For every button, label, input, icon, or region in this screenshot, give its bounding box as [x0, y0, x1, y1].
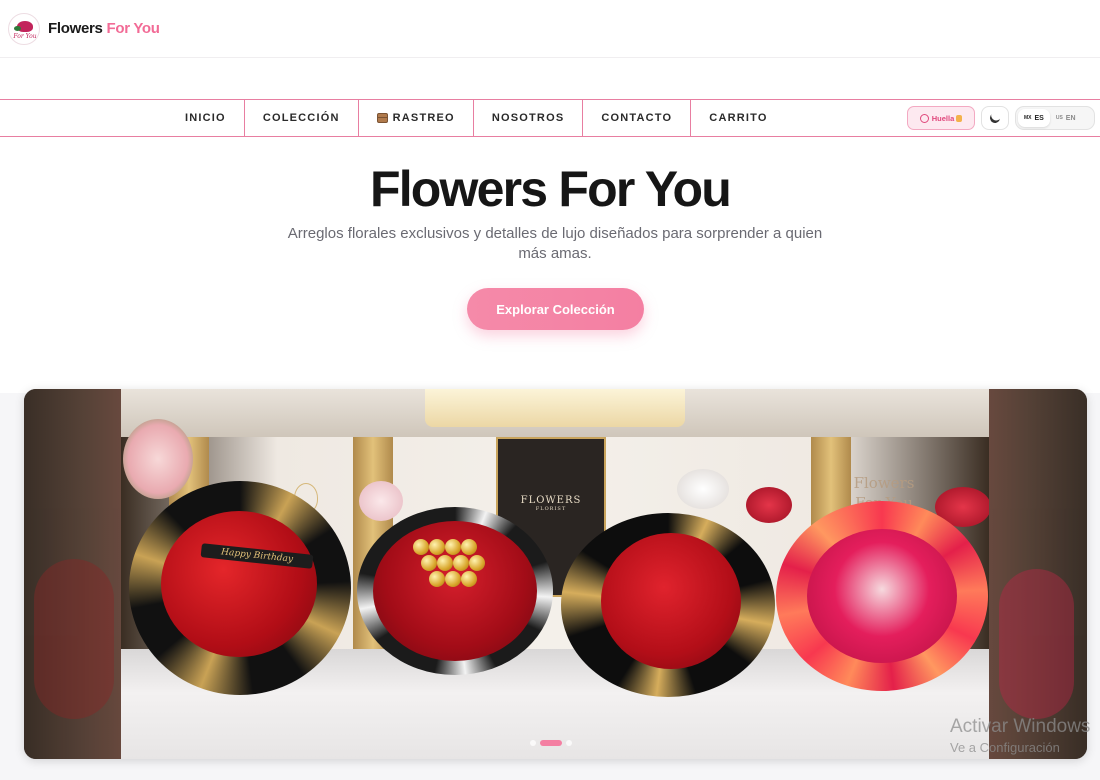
leaf-icon [14, 25, 21, 31]
site-header: For You Flowers For You [0, 0, 1100, 58]
watermark-line1: Activar Windows [950, 716, 1091, 737]
carousel-slide: LUXURY FLORIST FLOWERS ROOM FLOWERS FLOR… [121, 389, 989, 759]
flag-mx: MX [1024, 115, 1032, 121]
nav-items: INICIO COLECCIÓN RASTREO NOSOTROS CONTAC… [167, 100, 786, 136]
prev-slide-preview[interactable] [24, 389, 121, 759]
fingerprint-icon [919, 113, 929, 123]
ceiling-light [425, 389, 685, 427]
flower-vase-left [123, 419, 193, 499]
carousel-dot-1[interactable] [530, 740, 536, 746]
flower-vase [359, 481, 403, 521]
logo-text: For You [13, 32, 37, 40]
nav-item-nosotros[interactable]: NOSOTROS [474, 100, 584, 136]
nav-item-carrito[interactable]: CARRITO [691, 100, 785, 136]
huella-label: Huella [931, 113, 955, 123]
box-icon [376, 113, 388, 123]
nav-item-label: INICIO [185, 112, 226, 124]
sign-center-line2: FLORIST [535, 506, 567, 512]
gold-chocolate [445, 539, 461, 555]
nav-item-inicio[interactable]: INICIO [167, 100, 245, 136]
nav-item-label: NOSOTROS [491, 112, 565, 124]
hero-section: Flowers For You Arreglos florales exclus… [0, 138, 1100, 393]
gold-chocolate [469, 555, 485, 571]
watermark-line2: Ve a Configuración [950, 740, 1060, 755]
pointer-hand-icon [956, 114, 963, 122]
hero-subtitle: Arreglos florales exclusivos y detalles … [287, 225, 823, 262]
red-roses-crown-bouquet [601, 533, 741, 669]
moon-icon [989, 112, 1002, 125]
windows-activation-watermark: Activar Windows Ve a Configuración [950, 716, 1100, 755]
red-roses-bouquet [161, 511, 317, 657]
gold-chocolate [429, 539, 445, 555]
lang-option-es[interactable]: MX ES [1018, 109, 1050, 127]
hero-title: Flowers For You [369, 161, 732, 217]
theme-toggle-button[interactable] [981, 106, 1009, 130]
nav-item-label: RASTREO [392, 112, 455, 124]
gold-chocolate [461, 571, 477, 587]
nav-item-label: CARRITO [709, 112, 768, 124]
hero-carousel[interactable]: LUXURY FLORIST FLOWERS ROOM FLOWERS FLOR… [24, 389, 1087, 759]
nav-item-coleccion[interactable]: COLECCIÓN [245, 100, 359, 136]
gold-chocolate [437, 555, 453, 571]
nav-item-rastreo[interactable]: RASTREO [359, 100, 474, 136]
gold-chocolate [453, 555, 469, 571]
gold-chocolate [421, 555, 437, 571]
brand-accent: For You [106, 20, 160, 37]
gold-chocolate [413, 539, 429, 555]
nav-item-label: COLECCIÓN [262, 112, 340, 124]
carousel-dot-2[interactable] [540, 740, 562, 746]
gold-chocolate [461, 539, 477, 555]
gold-chocolate [445, 571, 461, 587]
flower-vase [746, 487, 792, 523]
flower-vase [677, 469, 729, 509]
pink-roses-heart-bouquet [807, 529, 957, 663]
brand-name[interactable]: Flowers For You [48, 20, 160, 37]
brand-main: Flowers [48, 20, 103, 37]
carousel-dot-3[interactable] [566, 740, 572, 746]
logo[interactable]: For You [8, 12, 40, 45]
sign-center-line1: FLOWERS [520, 495, 582, 506]
gold-chocolate [429, 571, 445, 587]
flag-us: US [1055, 115, 1063, 121]
carousel-dots [530, 740, 572, 746]
sign-center: FLOWERS FLORIST [498, 495, 604, 512]
lang-option-en[interactable]: US EN [1050, 109, 1082, 127]
huella-button[interactable]: Huella [907, 106, 975, 130]
language-switcher: MX ES US EN [1015, 106, 1095, 130]
lang-code: ES [1034, 114, 1044, 122]
explore-collection-button[interactable]: Explorar Colección [467, 288, 644, 330]
nav-item-label: CONTACTO [601, 112, 673, 124]
ceiling [121, 389, 989, 437]
lang-code: EN [1065, 114, 1076, 122]
next-slide-preview[interactable] [989, 389, 1087, 759]
nav-item-contacto[interactable]: CONTACTO [583, 100, 692, 136]
